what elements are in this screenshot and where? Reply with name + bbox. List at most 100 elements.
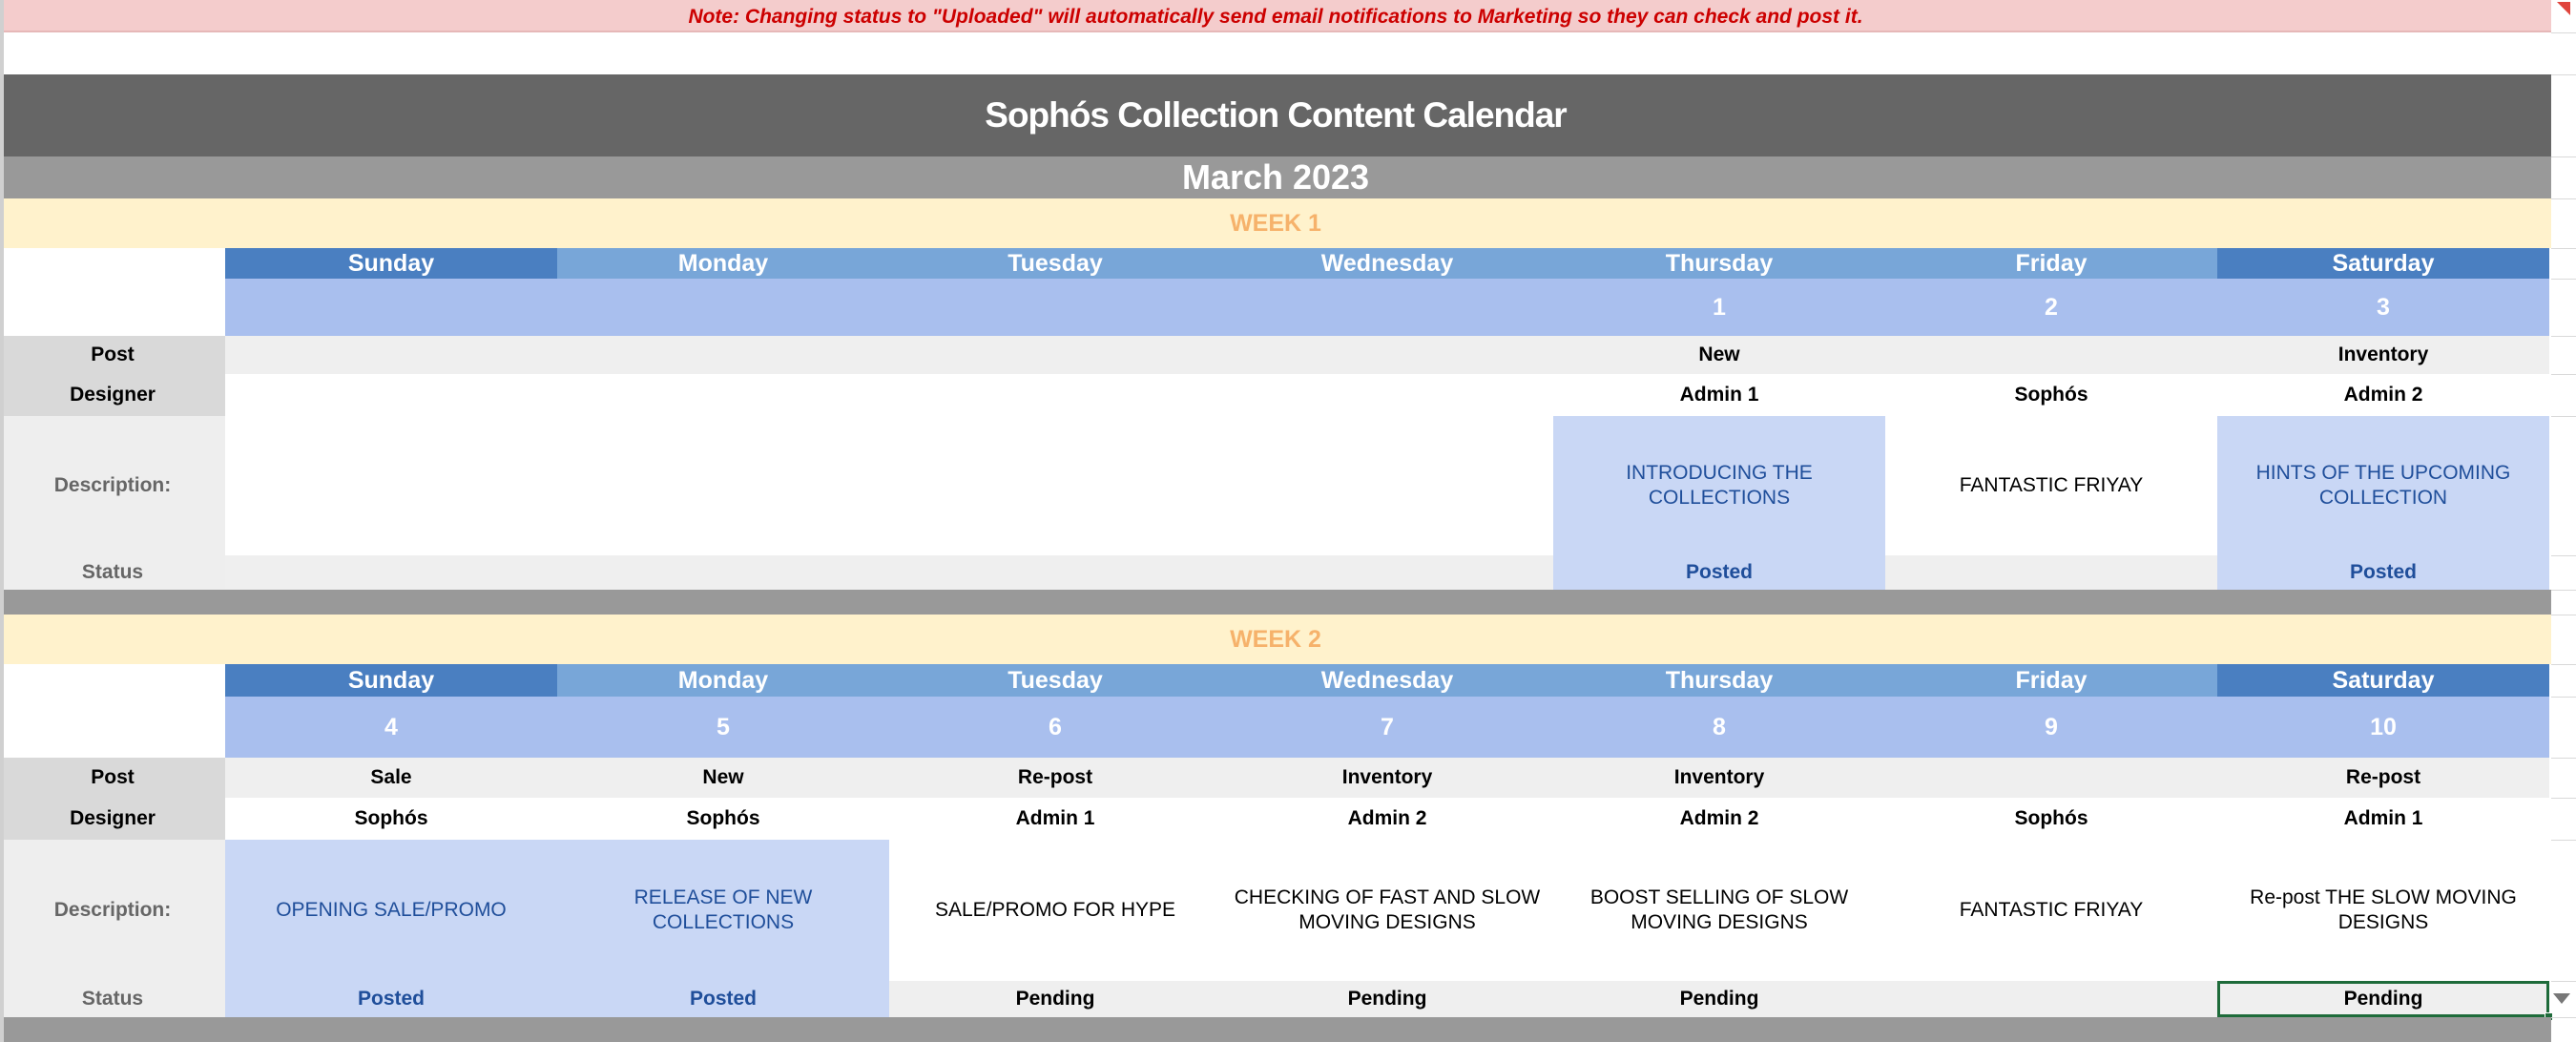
date-cell[interactable]: 7 bbox=[1221, 697, 1553, 758]
description-cell[interactable]: FANTASTIC FRIYAY bbox=[1885, 840, 2217, 981]
description-cell[interactable]: CHECKING OF FAST AND SLOW MOVING DESIGNS bbox=[1221, 840, 1553, 981]
date-cell[interactable]: 6 bbox=[889, 697, 1221, 758]
week-heading[interactable]: WEEK 2 bbox=[0, 615, 2551, 664]
day-header-monday[interactable]: Monday bbox=[557, 248, 889, 279]
day-header-friday[interactable]: Friday bbox=[1885, 248, 2217, 279]
status-cell[interactable]: Pending bbox=[889, 981, 1221, 1017]
date-cell[interactable] bbox=[1221, 279, 1553, 336]
post-type-cell[interactable]: Inventory bbox=[1221, 758, 1553, 798]
row-label-status[interactable]: Status bbox=[0, 981, 225, 1017]
post-type-cell[interactable]: Inventory bbox=[1553, 758, 1885, 798]
day-header-thursday[interactable]: Thursday bbox=[1553, 664, 1885, 697]
day-header-tuesday[interactable]: Tuesday bbox=[889, 664, 1221, 697]
description-cell[interactable]: RELEASE OF NEW COLLECTIONS bbox=[557, 840, 889, 981]
date-cell[interactable]: 5 bbox=[557, 697, 889, 758]
designer-cell[interactable] bbox=[225, 374, 557, 416]
post-type-cell[interactable] bbox=[1885, 336, 2217, 374]
row-label-status[interactable]: Status bbox=[0, 555, 225, 590]
date-cell[interactable]: 2 bbox=[1885, 279, 2217, 336]
post-type-cell[interactable]: Inventory bbox=[2217, 336, 2549, 374]
date-cell[interactable]: 1 bbox=[1553, 279, 1885, 336]
status-cell[interactable] bbox=[225, 555, 557, 590]
post-type-cell[interactable]: Sale bbox=[225, 758, 557, 798]
month-heading[interactable]: March 2023 bbox=[0, 156, 2551, 198]
date-cell[interactable] bbox=[225, 279, 557, 336]
date-cell[interactable]: 4 bbox=[225, 697, 557, 758]
designer-cell[interactable] bbox=[889, 374, 1221, 416]
description-cell[interactable]: OPENING SALE/PROMO bbox=[225, 840, 557, 981]
description-cell[interactable] bbox=[889, 416, 1221, 555]
description-cell[interactable]: INTRODUCING THE COLLECTIONS bbox=[1553, 416, 1885, 555]
status-cell[interactable]: Posted bbox=[557, 981, 889, 1017]
description-cell[interactable]: HINTS OF THE UPCOMING COLLECTION bbox=[2217, 416, 2549, 555]
status-cell[interactable]: Pending bbox=[1221, 981, 1553, 1017]
post-type-cell[interactable] bbox=[889, 336, 1221, 374]
description-cell[interactable] bbox=[557, 416, 889, 555]
row-label-post[interactable]: Post bbox=[0, 336, 225, 374]
post-type-cell[interactable] bbox=[557, 336, 889, 374]
description-cell[interactable]: SALE/PROMO FOR HYPE bbox=[889, 840, 1221, 981]
description-cell[interactable] bbox=[1221, 416, 1553, 555]
date-cell[interactable]: 10 bbox=[2217, 697, 2549, 758]
week-heading[interactable]: WEEK 1 bbox=[0, 198, 2551, 248]
row-label-description[interactable]: Description: bbox=[0, 416, 225, 555]
designer-cell[interactable]: Admin 2 bbox=[1221, 798, 1553, 840]
day-header-saturday[interactable]: Saturday bbox=[2217, 248, 2549, 279]
status-cell-selected[interactable]: Pending bbox=[2217, 981, 2549, 1017]
post-type-cell[interactable]: New bbox=[557, 758, 889, 798]
row-label-description[interactable]: Description: bbox=[0, 840, 225, 981]
designer-cell[interactable] bbox=[557, 374, 889, 416]
day-header-wednesday[interactable]: Wednesday bbox=[1221, 248, 1553, 279]
day-header-wednesday[interactable]: Wednesday bbox=[1221, 664, 1553, 697]
row-label-designer[interactable]: Designer bbox=[0, 374, 225, 416]
post-type-cell[interactable]: Re-post bbox=[2217, 758, 2549, 798]
designer-cell[interactable]: Admin 1 bbox=[889, 798, 1221, 840]
designer-cell[interactable]: Admin 1 bbox=[1553, 374, 1885, 416]
post-type-cell[interactable]: New bbox=[1553, 336, 1885, 374]
post-type-cell[interactable] bbox=[225, 336, 557, 374]
chevron-down-icon[interactable] bbox=[2553, 993, 2570, 1004]
status-cell[interactable]: Posted bbox=[1553, 555, 1885, 590]
status-cell[interactable] bbox=[557, 555, 889, 590]
row-label-post[interactable]: Post bbox=[0, 758, 225, 798]
post-type-cell[interactable]: Re-post bbox=[889, 758, 1221, 798]
post-type-cell[interactable] bbox=[1221, 336, 1553, 374]
date-cell[interactable] bbox=[557, 279, 889, 336]
status-cell[interactable]: Pending bbox=[1553, 981, 1885, 1017]
status-cell[interactable] bbox=[1885, 981, 2217, 1017]
day-header-thursday[interactable]: Thursday bbox=[1553, 248, 1885, 279]
status-cell[interactable] bbox=[889, 555, 1221, 590]
description-cell[interactable]: FANTASTIC FRIYAY bbox=[1885, 416, 2217, 555]
day-header-friday[interactable]: Friday bbox=[1885, 664, 2217, 697]
day-header-sunday[interactable]: Sunday bbox=[225, 248, 557, 279]
description-cell[interactable]: BOOST SELLING OF SLOW MOVING DESIGNS bbox=[1553, 840, 1885, 981]
designer-cell[interactable]: Sophós bbox=[1885, 374, 2217, 416]
date-cell[interactable]: 3 bbox=[2217, 279, 2549, 336]
description-cell[interactable] bbox=[225, 416, 557, 555]
designer-cell[interactable]: Sophós bbox=[1885, 798, 2217, 840]
designer-cell[interactable]: Admin 2 bbox=[2217, 374, 2549, 416]
date-cell[interactable]: 9 bbox=[1885, 697, 2217, 758]
blank-cell[interactable] bbox=[0, 664, 225, 758]
designer-cell[interactable]: Admin 2 bbox=[1553, 798, 1885, 840]
date-cell[interactable] bbox=[889, 279, 1221, 336]
designer-cell[interactable]: Sophós bbox=[557, 798, 889, 840]
status-cell[interactable] bbox=[1885, 555, 2217, 590]
calendar-title[interactable]: Sophós Collection Content Calendar bbox=[0, 74, 2551, 156]
designer-cell[interactable]: Sophós bbox=[225, 798, 557, 840]
description-cell[interactable]: Re-post THE SLOW MOVING DESIGNS bbox=[2217, 840, 2549, 981]
status-cell[interactable]: Posted bbox=[2217, 555, 2549, 590]
blank-cell[interactable] bbox=[0, 248, 225, 336]
designer-cell[interactable] bbox=[1221, 374, 1553, 416]
day-header-monday[interactable]: Monday bbox=[557, 664, 889, 697]
day-header-saturday[interactable]: Saturday bbox=[2217, 664, 2549, 697]
day-header-sunday[interactable]: Sunday bbox=[225, 664, 557, 697]
status-cell[interactable]: Posted bbox=[225, 981, 557, 1017]
day-header-tuesday[interactable]: Tuesday bbox=[889, 248, 1221, 279]
status-cell[interactable] bbox=[1221, 555, 1553, 590]
comment-indicator-icon[interactable] bbox=[2557, 2, 2570, 15]
row-label-designer[interactable]: Designer bbox=[0, 798, 225, 840]
date-cell[interactable]: 8 bbox=[1553, 697, 1885, 758]
post-type-cell[interactable] bbox=[1885, 758, 2217, 798]
designer-cell[interactable]: Admin 1 bbox=[2217, 798, 2549, 840]
